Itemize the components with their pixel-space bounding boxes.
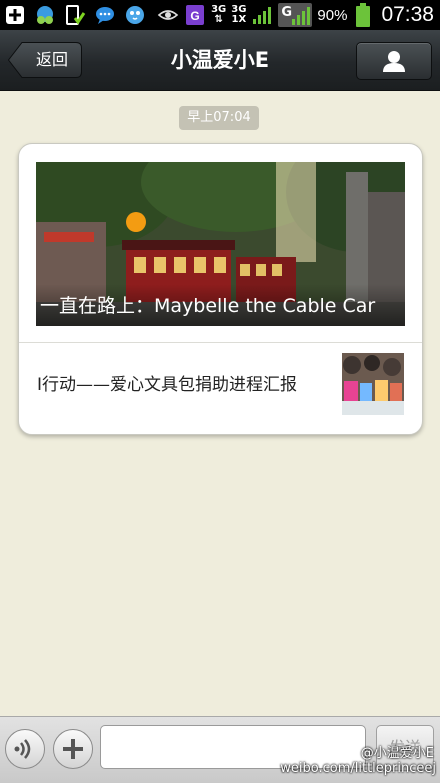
- voice-icon: [14, 739, 31, 759]
- clock: 07:38: [381, 3, 434, 26]
- network-1x-label: 1X: [231, 14, 247, 25]
- network-3g-a: 3G ⇅: [211, 5, 226, 25]
- battery-icon: [352, 3, 374, 27]
- title-bar: 返回 小温爱小E: [0, 30, 440, 91]
- svg-text:G: G: [190, 9, 199, 23]
- back-label: 返回: [35, 50, 68, 69]
- watermark-url: weibo.com/littleprinceej: [280, 761, 436, 776]
- status-bar: G 3G ⇅ 3G 1X G 90% 07:38: [0, 0, 440, 30]
- profile-button[interactable]: [356, 42, 432, 80]
- back-button[interactable]: 返回: [8, 42, 82, 78]
- add-box-icon: [4, 4, 26, 26]
- signal-icon: [251, 4, 273, 26]
- person-icon: [383, 51, 405, 72]
- watermark-handle: @小温爱小E: [360, 746, 434, 761]
- network-g-box: G: [278, 3, 313, 27]
- message-timestamp: 早上07:04: [179, 106, 259, 130]
- page-title: 小温爱小E: [170, 48, 270, 72]
- data-arrows-icon: ⇅: [214, 14, 223, 25]
- article-thumbnail[interactable]: [342, 353, 404, 415]
- article-card[interactable]: 一直在路上：Maybelle the Cable Car I行动——爱心文具包捐…: [18, 143, 423, 435]
- card-divider: [19, 342, 422, 343]
- article-item-title[interactable]: I行动——爱心文具包捐助进程汇报: [37, 370, 297, 395]
- eye-icon: [157, 4, 179, 26]
- add-button[interactable]: [53, 729, 93, 769]
- plus-icon: [63, 739, 83, 759]
- phone-check-icon: [64, 4, 86, 26]
- thumbnail-image: [342, 353, 404, 415]
- hero-article[interactable]: 一直在路上：Maybelle the Cable Car: [36, 162, 405, 326]
- voice-button[interactable]: [5, 729, 45, 769]
- g-app-icon: G: [184, 4, 206, 26]
- battery-percent: 90%: [317, 6, 348, 24]
- network-3g-b: 3G 1X: [231, 5, 246, 25]
- cloud-app-icon: [34, 4, 56, 26]
- chat-bubble-icon: [94, 4, 116, 26]
- hero-title: 一直在路上：Maybelle the Cable Car: [36, 284, 405, 326]
- signal-g-icon: [292, 7, 311, 25]
- weibo-logo-icon: [331, 739, 359, 759]
- bird-app-icon: [124, 4, 146, 26]
